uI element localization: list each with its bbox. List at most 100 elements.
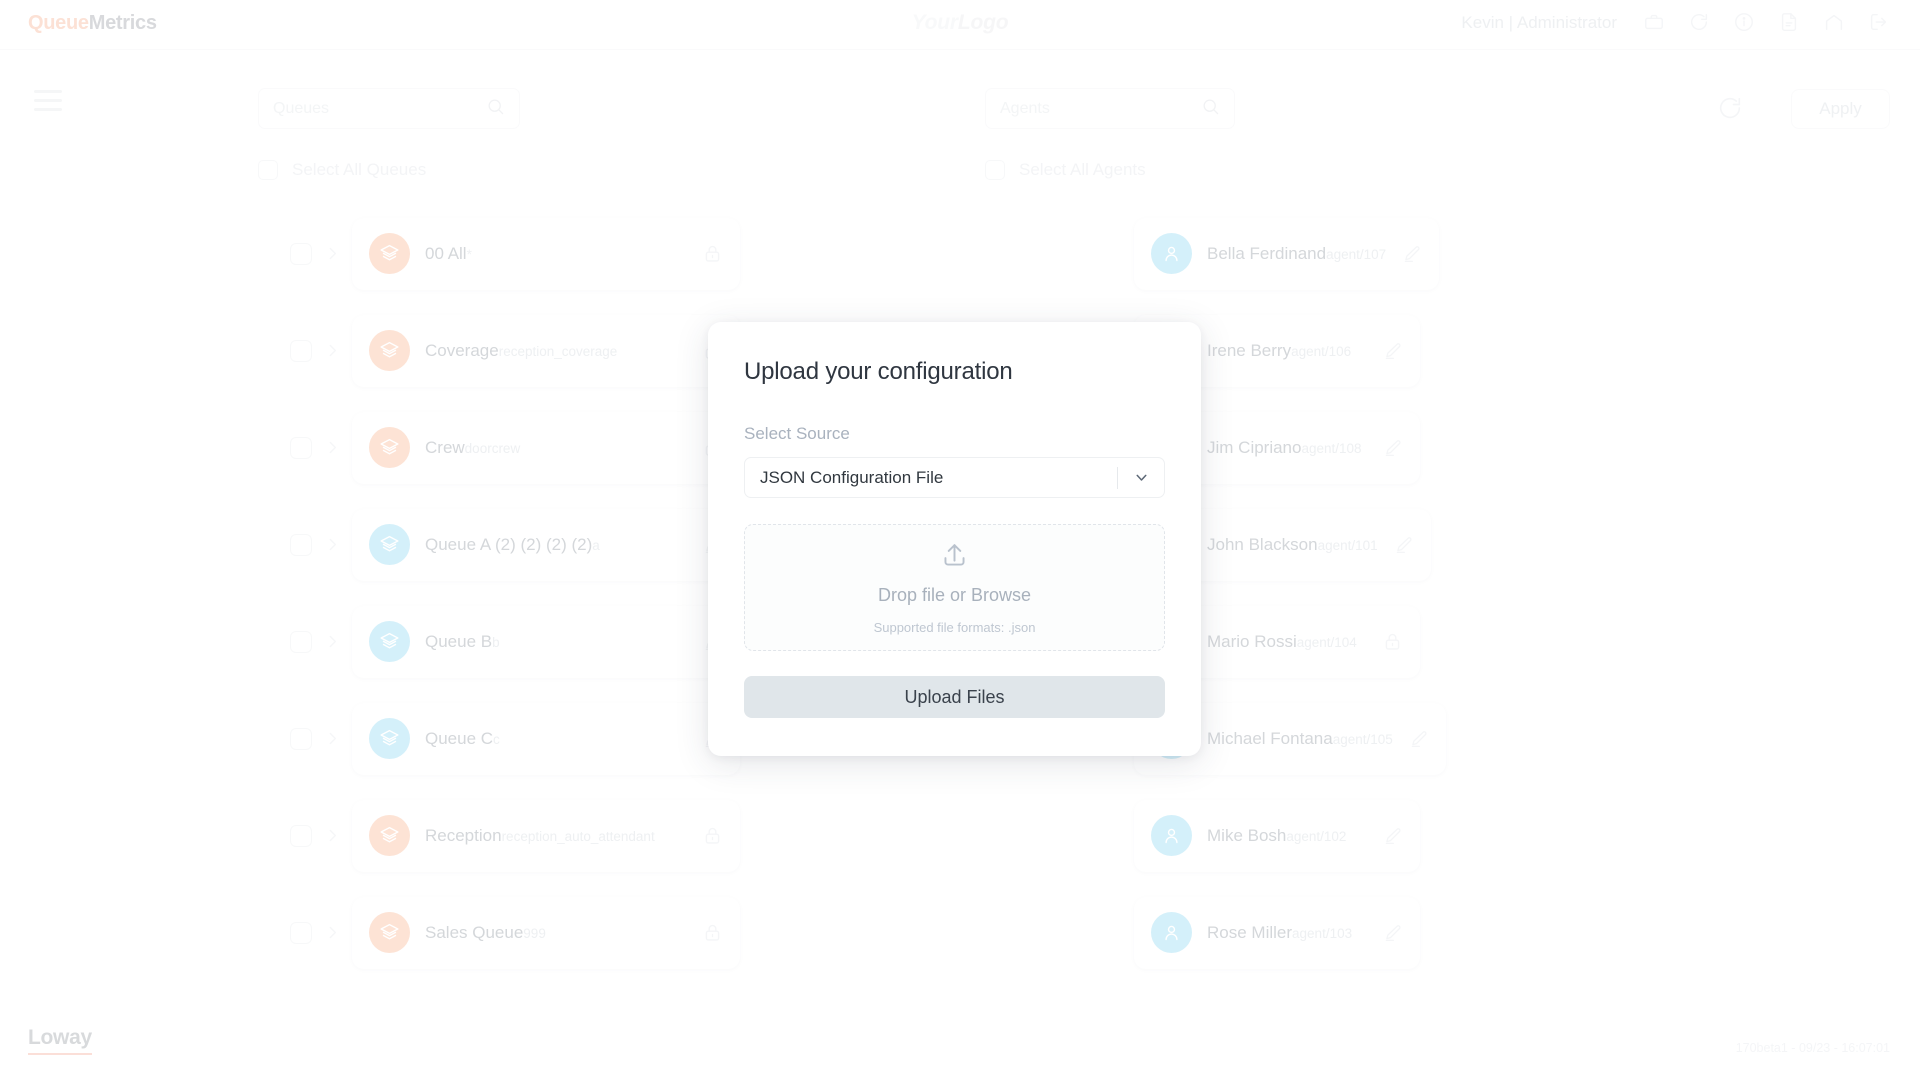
chevron-right-icon[interactable] <box>312 439 352 456</box>
queue-row-checkbox[interactable] <box>290 630 312 653</box>
queue-key: doorcrew <box>464 440 521 456</box>
queue-row-checkbox[interactable] <box>290 727 312 750</box>
chevron-right-icon[interactable] <box>312 730 352 747</box>
queue-name: Queue A (2) (2) (2) (2) <box>425 534 593 554</box>
search-queues-placeholder: Queues <box>273 99 330 117</box>
chevron-right-icon[interactable] <box>312 536 352 553</box>
agent-card[interactable]: Mike Boshagent/102 <box>1134 799 1420 872</box>
user-info[interactable]: Kevin | Administrator <box>1461 13 1617 33</box>
queue-card[interactable]: Queue Bb <box>352 605 740 678</box>
edit-icon[interactable] <box>1401 243 1422 264</box>
agent-meta: Irene Berryagent/106 <box>1207 340 1367 361</box>
queue-card[interactable]: Queue A (2) (2) (2) (2)a <box>352 508 740 581</box>
agent-id: agent/102 <box>1286 828 1347 844</box>
queue-row-checkbox[interactable] <box>290 533 312 556</box>
chevron-right-icon[interactable] <box>312 633 352 650</box>
refresh-icon[interactable] <box>1688 11 1710 33</box>
queue-row[interactable]: Receptionreception_auto_attendant <box>290 787 740 884</box>
briefcase-icon[interactable] <box>1643 11 1665 33</box>
agent-card[interactable]: Bella Ferdinandagent/107 <box>1134 217 1440 290</box>
queue-meta: Sales Queue999 <box>425 922 687 943</box>
select-all-queues[interactable]: Select All Queues <box>258 160 426 180</box>
queue-row[interactable]: 00 All* <box>290 205 740 302</box>
select-all-agents[interactable]: Select All Agents <box>985 160 1146 180</box>
agent-id: agent/104 <box>1296 634 1357 650</box>
logout-icon[interactable] <box>1868 11 1890 33</box>
queue-name: Coverage <box>425 340 499 360</box>
refresh-icon[interactable] <box>1716 94 1744 127</box>
search-input-queues[interactable]: Queues <box>258 88 520 129</box>
queue-row[interactable]: Queue Cc <box>290 690 740 787</box>
queue-card[interactable]: Coveragereception_coverage <box>352 314 740 387</box>
queue-row[interactable]: Crewdoorcrew <box>290 399 740 496</box>
queue-key: a <box>592 537 600 553</box>
home-icon[interactable] <box>1823 11 1845 33</box>
agent-name: Jim Cipriano <box>1207 437 1302 457</box>
queue-row[interactable]: Sales Queue999 <box>290 884 740 981</box>
agent-card[interactable]: Rose Milleragent/103 <box>1134 896 1420 969</box>
agent-id: agent/103 <box>1292 925 1353 941</box>
queue-row[interactable]: Coveragereception_coverage <box>290 302 740 399</box>
hamburger-icon[interactable] <box>34 90 62 111</box>
layers-icon <box>369 427 410 468</box>
select-all-agents-checkbox[interactable] <box>985 160 1005 180</box>
agent-meta: Michael Fontanaagent/105 <box>1207 728 1393 749</box>
queue-row-checkbox[interactable] <box>290 242 312 265</box>
select-source-label: Select Source <box>744 424 850 443</box>
queue-row-checkbox[interactable] <box>290 921 312 944</box>
app-logo[interactable]: QueueMetrics <box>28 12 157 35</box>
agent-row[interactable]: Bella Ferdinandagent/107 <box>1100 205 1440 302</box>
edit-icon[interactable] <box>1382 437 1403 458</box>
queue-row[interactable]: Queue A (2) (2) (2) (2)a <box>290 496 740 593</box>
chevron-right-icon[interactable] <box>312 924 352 941</box>
search-icon[interactable] <box>1201 97 1220 121</box>
agent-id: agent/107 <box>1326 246 1387 262</box>
document-icon[interactable] <box>1778 11 1800 33</box>
queue-row-checkbox[interactable] <box>290 824 312 847</box>
loway-logo: Loway <box>28 1026 92 1055</box>
modal-title: Upload your configuration <box>744 358 1013 385</box>
queue-row[interactable]: Queue Bb <box>290 593 740 690</box>
agent-row[interactable]: Rose Milleragent/103 <box>1100 884 1420 981</box>
file-dropzone[interactable]: Drop file or Browse Supported file forma… <box>744 524 1165 651</box>
queue-card[interactable]: Receptionreception_auto_attendant <box>352 799 740 872</box>
queue-row-checkbox[interactable] <box>290 436 312 459</box>
queue-row-checkbox[interactable] <box>290 339 312 362</box>
chevron-down-icon[interactable] <box>1118 469 1164 486</box>
queue-card[interactable]: Sales Queue999 <box>352 896 740 969</box>
search-input-agents[interactable]: Agents <box>985 88 1235 129</box>
chevron-right-icon[interactable] <box>312 342 352 359</box>
upload-files-button[interactable]: Upload Files <box>744 676 1165 718</box>
lock-icon[interactable] <box>702 922 723 943</box>
queue-key: reception_coverage <box>498 343 618 359</box>
chevron-right-icon[interactable] <box>312 827 352 844</box>
edit-icon[interactable] <box>1382 825 1403 846</box>
app-logo-suffix: Metrics <box>88 12 157 34</box>
person-icon <box>1151 233 1192 274</box>
edit-icon[interactable] <box>1382 922 1403 943</box>
queue-key: b <box>492 634 500 650</box>
hamburger-line <box>34 99 62 102</box>
edit-icon[interactable] <box>1382 340 1403 361</box>
queues-list: 00 All* Coveragereception_coverage Crewdoo… <box>290 205 740 981</box>
edit-icon[interactable] <box>1408 728 1429 749</box>
source-select[interactable]: JSON Configuration File <box>744 457 1165 498</box>
queue-card[interactable]: 00 All* <box>352 217 740 290</box>
select-all-queues-checkbox[interactable] <box>258 160 278 180</box>
search-icon[interactable] <box>486 97 505 121</box>
edit-icon[interactable] <box>1393 534 1414 555</box>
person-icon <box>1151 912 1192 953</box>
lock-icon[interactable] <box>702 243 723 264</box>
agent-id: agent/101 <box>1317 537 1378 553</box>
queue-key: 999 <box>523 925 546 941</box>
chevron-right-icon[interactable] <box>312 245 352 262</box>
queue-card[interactable]: Crewdoorcrew <box>352 411 740 484</box>
agent-row[interactable]: Mike Boshagent/102 <box>1100 787 1420 884</box>
info-icon[interactable] <box>1733 11 1755 33</box>
top-header: QueueMetrics YourLogo Kevin | Administra… <box>0 0 1920 50</box>
queue-card[interactable]: Queue Cc <box>352 702 740 775</box>
lock-icon[interactable] <box>702 825 723 846</box>
queue-meta: Queue Bb <box>425 631 687 652</box>
lock-icon[interactable] <box>1382 631 1403 652</box>
apply-button[interactable]: Apply <box>1791 89 1890 129</box>
